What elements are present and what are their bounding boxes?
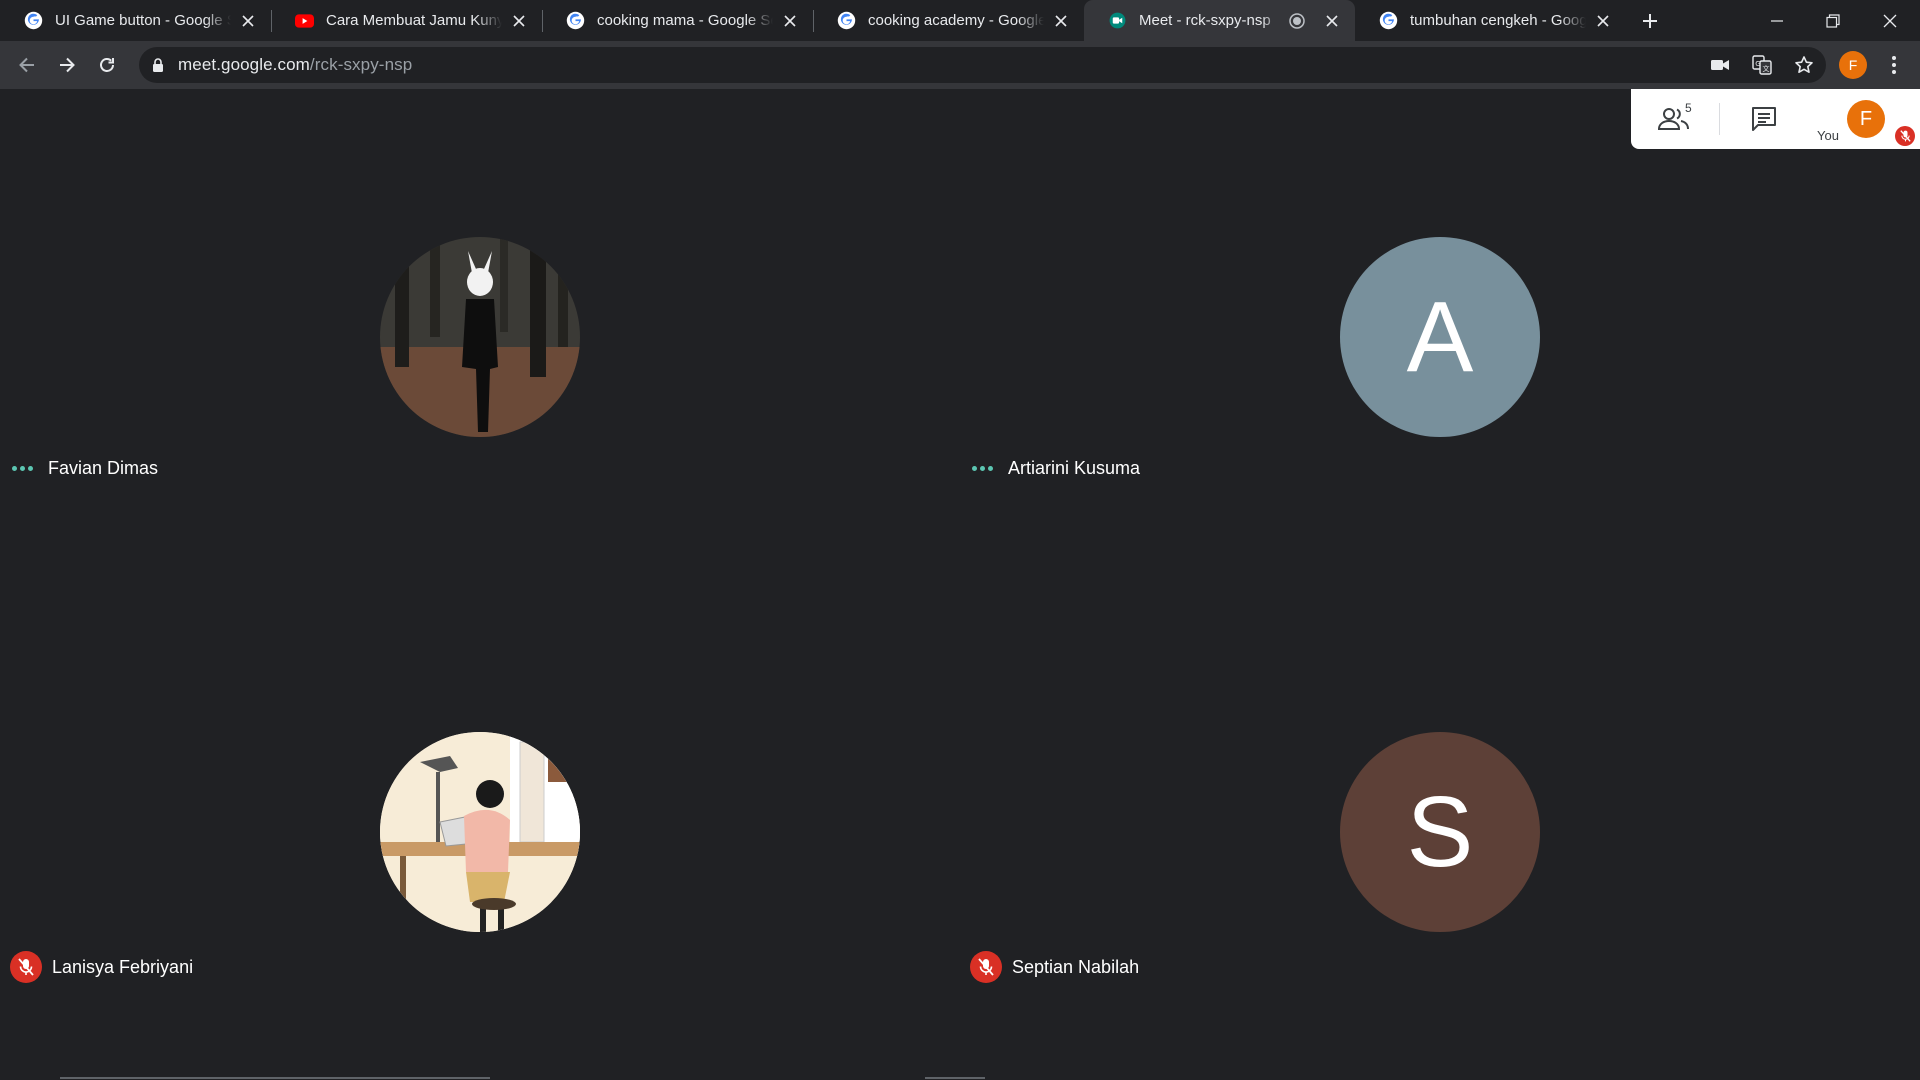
- youtube-icon: [295, 11, 314, 30]
- participant-tile-lanisya[interactable]: Lanisya Febriyani: [0, 584, 960, 1079]
- url-host: meet.google.com: [178, 55, 310, 74]
- profile-avatar[interactable]: F: [1839, 51, 1867, 79]
- close-icon[interactable]: [508, 10, 530, 32]
- tile-progress-line: [925, 1077, 985, 1079]
- participant-tile-septian[interactable]: S Septian Nabilah: [960, 584, 1920, 1079]
- self-view[interactable]: You F: [1801, 89, 1920, 149]
- tab-title: tumbuhan cengkeh - Google Search: [1410, 12, 1586, 29]
- tab-tumbuhan-cengkeh[interactable]: tumbuhan cengkeh - Google Search: [1355, 0, 1626, 41]
- tab-title: Meet - rck-sxpy-nsp: [1139, 12, 1271, 29]
- you-label: You: [1817, 128, 1839, 143]
- restore-icon: [1826, 13, 1840, 28]
- forward-arrow-icon: [60, 57, 75, 73]
- browser-toolbar: meet.google.com/rck-sxpy-nsp G文 F: [0, 41, 1920, 89]
- self-avatar: F: [1847, 100, 1885, 138]
- close-icon: [1883, 14, 1897, 27]
- google-icon: [1379, 11, 1398, 30]
- mic-off-icon: [970, 951, 1002, 983]
- address-bar[interactable]: meet.google.com/rck-sxpy-nsp G文: [139, 47, 1826, 83]
- recording-icon: [1289, 12, 1305, 29]
- participant-name-row: Artiarini Kusuma: [970, 458, 1140, 479]
- bookmark-star-icon[interactable]: [1792, 53, 1816, 77]
- tab-strip: UI Game button - Google Search Cara Memb…: [0, 0, 1920, 41]
- google-icon: [837, 11, 856, 30]
- tile-progress-line: [60, 1077, 490, 1079]
- new-tab-button[interactable]: [1630, 0, 1670, 41]
- participant-name-row: Lanisya Febriyani: [10, 951, 193, 983]
- people-button[interactable]: 5: [1631, 89, 1719, 149]
- participant-name: Artiarini Kusuma: [1008, 458, 1141, 478]
- more-menu-icon[interactable]: [1882, 53, 1906, 77]
- chat-icon: [1752, 107, 1776, 131]
- tab-title: UI Game button - Google Search: [55, 12, 231, 29]
- participant-name-row: Septian Nabilah: [970, 951, 1139, 983]
- url-path: /rck-sxpy-nsp: [309, 55, 413, 74]
- close-icon[interactable]: [237, 10, 259, 32]
- close-icon[interactable]: [1592, 10, 1614, 32]
- plus-icon: [1643, 13, 1657, 28]
- participant-avatar-letter: A: [1340, 237, 1540, 437]
- tab-title: Cara Membuat Jamu Kunyit Asam: [326, 12, 502, 29]
- avatar-initial: S: [1406, 775, 1474, 888]
- window-close-button[interactable]: [1862, 0, 1918, 41]
- illustration-photo-icon: [380, 732, 580, 932]
- close-icon[interactable]: [1321, 10, 1343, 32]
- url-text[interactable]: meet.google.com/rck-sxpy-nsp: [178, 55, 412, 75]
- forest-photo-icon: [380, 237, 580, 437]
- tab-cooking-academy[interactable]: cooking academy - Google Search: [813, 0, 1084, 41]
- google-icon: [566, 11, 585, 30]
- meet-icon: [1108, 11, 1127, 30]
- close-icon[interactable]: [1050, 10, 1072, 32]
- tab-jamu-kunyit[interactable]: Cara Membuat Jamu Kunyit Asam: [271, 0, 542, 41]
- tab-title: cooking academy - Google Search: [868, 12, 1044, 29]
- chat-button[interactable]: [1720, 89, 1808, 149]
- people-count: 5: [1685, 101, 1692, 115]
- reload-icon: [100, 58, 114, 72]
- participant-name: Lanisya Febriyani: [52, 956, 194, 977]
- avatar-initial: A: [1406, 280, 1474, 393]
- participant-avatar-letter: S: [1340, 732, 1540, 932]
- svg-text:文: 文: [1763, 64, 1770, 73]
- close-icon[interactable]: [779, 10, 801, 32]
- camera-icon[interactable]: [1708, 53, 1732, 77]
- reload-button[interactable]: [90, 48, 124, 82]
- participant-avatar-photo: [380, 732, 580, 932]
- tab-meet[interactable]: Meet - rck-sxpy-nsp: [1084, 0, 1355, 41]
- forward-button[interactable]: [50, 48, 84, 82]
- participant-tile-favian[interactable]: Favian Dimas: [0, 89, 960, 584]
- participant-name: Septian Nabilah: [1012, 956, 1140, 977]
- back-arrow-icon: [19, 57, 34, 73]
- restore-button[interactable]: [1805, 0, 1861, 41]
- participant-name-row: Favian Dimas: [10, 458, 158, 479]
- translate-icon[interactable]: G文: [1750, 53, 1774, 77]
- google-icon: [24, 11, 43, 30]
- mic-off-icon: [10, 951, 42, 983]
- tab-title: cooking mama - Google Search: [597, 12, 773, 29]
- participant-tile-artiarini[interactable]: A Artiarini Kusuma: [960, 89, 1920, 584]
- meeting-info-panel: 5 You F: [1631, 89, 1920, 149]
- lock-icon[interactable]: [152, 58, 164, 72]
- more-dots-icon: [970, 466, 994, 471]
- minimize-button[interactable]: [1749, 0, 1805, 41]
- participant-name: Favian Dimas: [48, 458, 159, 478]
- svg-text:G: G: [1755, 60, 1760, 68]
- mic-off-icon: [1895, 126, 1915, 146]
- minimize-icon: [1771, 19, 1783, 22]
- tab-cooking-mama[interactable]: cooking mama - Google Search: [542, 0, 813, 41]
- back-button[interactable]: [10, 48, 44, 82]
- more-dots-icon: [10, 466, 34, 471]
- meet-stage: Favian Dimas A Artiarini Kusuma Lanisya …: [0, 89, 1920, 1080]
- tab-ui-game-button[interactable]: UI Game button - Google Search: [0, 0, 271, 41]
- participant-avatar-photo: [380, 237, 580, 437]
